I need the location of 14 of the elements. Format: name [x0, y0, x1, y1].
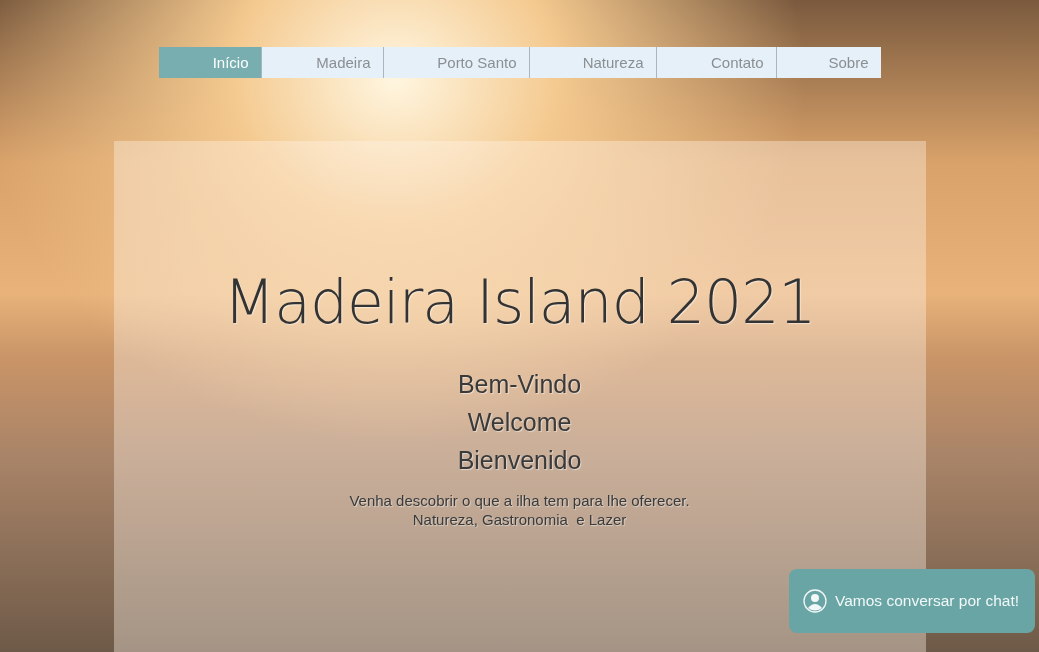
nav-link[interactable]: Sobre — [775, 47, 881, 78]
nav-link[interactable]: Porto Santo — [382, 47, 529, 78]
page-title: Madeira Island 2021 — [223, 267, 816, 337]
nav-link[interactable]: Madeira — [260, 47, 383, 78]
greeting-text: Bienvenido — [457, 445, 582, 476]
user-icon — [803, 589, 827, 613]
chat-button[interactable]: Vamos conversar por chat! — [789, 569, 1035, 633]
greeting-text: Welcome — [467, 407, 572, 438]
tagline-text: Venha descobrir o que a ilha tem para lhe oferecer. — [349, 491, 690, 510]
nav-link[interactable]: Natureza — [528, 47, 656, 78]
nav-link[interactable]: Contato — [655, 47, 776, 78]
greeting-text: Bem-Vindo — [457, 369, 582, 400]
nav-link[interactable]: Início — [158, 47, 261, 78]
tagline-text: Natureza, Gastronomia e Lazer — [412, 510, 627, 529]
